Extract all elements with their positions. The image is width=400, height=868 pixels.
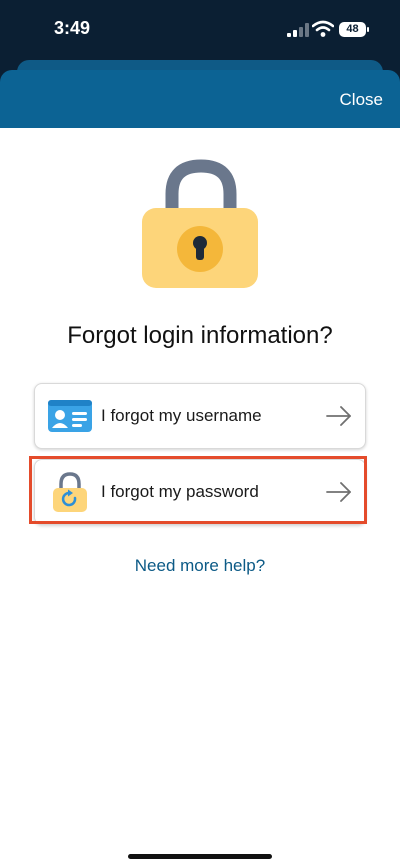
id-card-icon bbox=[48, 400, 92, 432]
forgot-password-label: I forgot my password bbox=[101, 482, 259, 501]
lock-icon bbox=[142, 159, 258, 288]
arrow-right-icon bbox=[326, 406, 351, 426]
forgot-username-button[interactable]: I forgot my username bbox=[34, 383, 366, 449]
status-time: 3:49 bbox=[54, 18, 91, 38]
modal-content: Forgot login information? I forgot my us… bbox=[0, 128, 400, 868]
close-button[interactable]: Close bbox=[340, 90, 383, 110]
home-indicator bbox=[128, 854, 272, 859]
forgot-username-label: I forgot my username bbox=[101, 406, 262, 425]
battery-nub bbox=[367, 27, 369, 32]
lock-refresh-icon bbox=[53, 472, 87, 512]
wifi-icon bbox=[312, 20, 334, 37]
status-bar: 3:49 48 bbox=[0, 0, 400, 62]
forgot-password-button[interactable]: I forgot my password bbox=[34, 459, 366, 525]
need-more-help-link[interactable]: Need more help? bbox=[0, 556, 400, 576]
arrow-right-icon bbox=[326, 482, 351, 502]
battery-icon: 48 bbox=[339, 22, 366, 37]
modal-header: Close bbox=[0, 70, 400, 128]
page-title: Forgot login information? bbox=[67, 322, 333, 349]
cellular-signal-icon bbox=[287, 23, 309, 37]
